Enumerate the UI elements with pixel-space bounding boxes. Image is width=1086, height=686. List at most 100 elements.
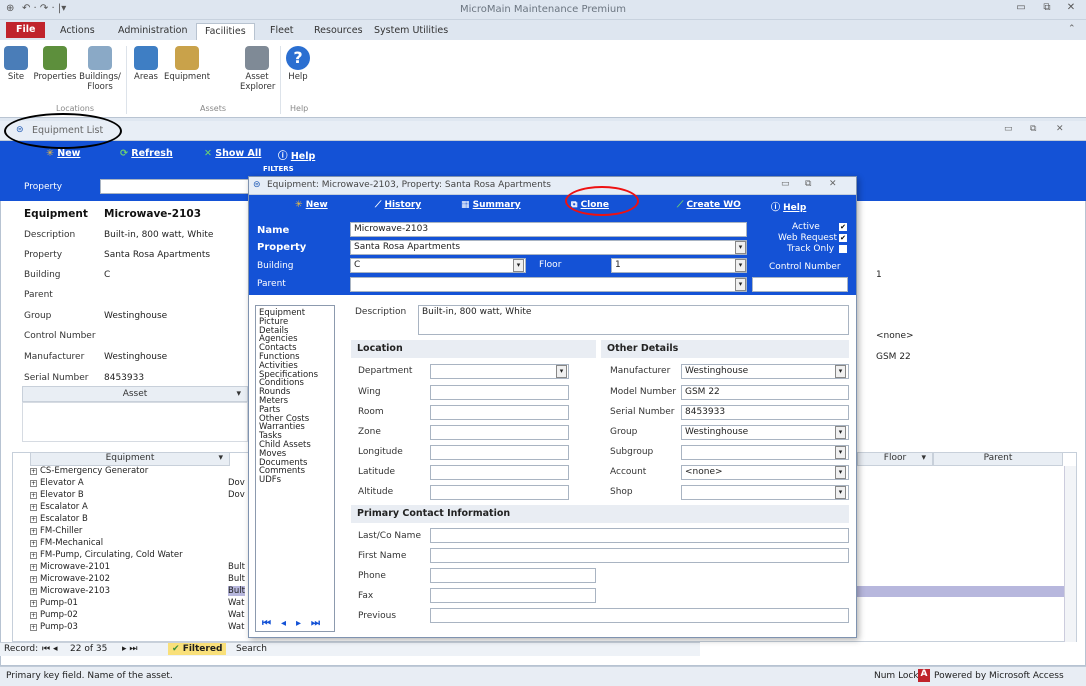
model-number-input[interactable]: GSM 22 (681, 385, 849, 400)
chevron-down-icon[interactable]: ▾ (835, 426, 846, 439)
filtered-toggle[interactable]: ✔ Filtered (168, 643, 227, 655)
tab-system-utilities[interactable]: System Utilities (366, 23, 456, 40)
chevron-down-icon[interactable]: ▾ (835, 466, 846, 479)
table-row[interactable]: + Elevator B Dov (30, 490, 245, 500)
floor-column-header[interactable]: Floor ▾ (857, 452, 933, 466)
active-checkbox[interactable]: ✔ (839, 223, 847, 231)
equipment-column-header[interactable]: Equipment ▾ (30, 452, 230, 466)
tab-administration[interactable]: Administration (110, 23, 196, 40)
restore-icon[interactable]: ⧉ (805, 179, 811, 189)
equipment-button[interactable]: Equipment (164, 46, 210, 82)
nav-item[interactable]: UDFs (259, 476, 331, 485)
properties-button[interactable]: Properties (32, 46, 78, 82)
table-row[interactable]: + Escalator B (30, 514, 88, 524)
summary-button[interactable]: ▦ Summary (461, 200, 521, 210)
new-button[interactable]: ✳ New (46, 148, 80, 159)
phone-input[interactable] (430, 568, 596, 583)
chevron-down-icon[interactable]: ▾ (735, 259, 746, 272)
parent-select[interactable] (350, 277, 747, 292)
equipment-header-value: Microwave-2103 (104, 208, 201, 220)
table-row[interactable]: + Pump-01 Wat (30, 598, 244, 608)
tab-actions[interactable]: Actions (52, 23, 103, 40)
site-button[interactable]: Site (2, 46, 30, 82)
chevron-down-icon[interactable]: ▾ (513, 259, 524, 272)
latitude-input[interactable] (430, 465, 569, 480)
department-select[interactable] (430, 364, 569, 379)
first-record-icon[interactable]: ⏮ ◂ (42, 644, 57, 654)
building-select[interactable]: C (350, 258, 526, 273)
next-record-icon[interactable]: ▸ ⏭ (122, 644, 137, 654)
property-filter-input[interactable] (100, 179, 250, 194)
wing-input[interactable] (430, 385, 569, 400)
close-icon[interactable]: ✕ (1060, 2, 1082, 17)
asset-explorer-button[interactable]: Asset Explorer (240, 46, 275, 92)
buildings-floors-button[interactable]: Buildings/ Floors (78, 46, 122, 92)
ribbon-collapse-icon[interactable]: ⌃ (1068, 24, 1076, 34)
help-button[interactable]: ⓘ Help (278, 148, 315, 162)
altitude-input[interactable] (430, 485, 569, 500)
table-row[interactable]: + FM-Chiller (30, 526, 82, 536)
table-row[interactable]: + Microwave-2102 Bult (30, 574, 245, 584)
help-button[interactable]: ⓘ Help (771, 200, 806, 213)
nav-arrows-icon[interactable]: ⏮◂▸⏭ (262, 618, 330, 629)
chevron-down-icon[interactable]: ▾ (835, 486, 846, 499)
tab-fleet[interactable]: Fleet (262, 23, 302, 40)
fax-input[interactable] (430, 588, 596, 603)
help-button[interactable]: ? Help (286, 46, 310, 82)
table-row[interactable]: + FM-Pump, Circulating, Cold Water (30, 550, 183, 560)
search-box[interactable]: Search (236, 644, 267, 654)
control-number-input[interactable] (752, 277, 848, 292)
refresh-button[interactable]: ⟳ Refresh (120, 148, 173, 159)
subgroup-select[interactable] (681, 445, 849, 460)
chevron-down-icon[interactable]: ▾ (735, 241, 746, 254)
zone-input[interactable] (430, 425, 569, 440)
tab-file[interactable]: File (6, 22, 46, 38)
areas-button[interactable]: Areas (130, 46, 162, 82)
parent-column-header[interactable]: Parent (933, 452, 1063, 466)
group-select[interactable]: Westinghouse (681, 425, 849, 440)
room-input[interactable] (430, 405, 569, 420)
table-row[interactable]: + Escalator A (30, 502, 88, 512)
minimize-icon[interactable]: ▭ (781, 179, 790, 189)
table-row[interactable]: + Elevator A Dov (30, 478, 245, 488)
name-input[interactable]: Microwave-2103 (350, 222, 747, 237)
new-button[interactable]: ✳ New (295, 200, 328, 210)
record-position[interactable]: 22 of 35 (70, 644, 107, 654)
manufacturer-select[interactable]: Westinghouse (681, 364, 849, 379)
chevron-down-icon[interactable]: ▾ (556, 365, 567, 378)
minimize-icon[interactable]: ▭ (1010, 2, 1032, 17)
grid-scrollbar[interactable] (1064, 466, 1076, 642)
table-row-selected[interactable]: + Microwave-2103 Bult (30, 586, 245, 596)
minimize-icon[interactable]: ▭ (1004, 124, 1013, 134)
tab-resources[interactable]: Resources (306, 23, 371, 40)
table-row[interactable]: + CS-Emergency Generator (30, 466, 148, 476)
create-wo-button[interactable]: ⟋ Create WO (677, 200, 741, 210)
table-row[interactable]: + Pump-03 Wat (30, 622, 244, 632)
account-select[interactable]: <none> (681, 465, 849, 480)
chevron-down-icon[interactable]: ▾ (735, 278, 746, 291)
table-row[interactable]: + Microwave-2101 Bult (30, 562, 245, 572)
web-request-checkbox[interactable]: ✔ (839, 234, 847, 242)
table-row[interactable]: + Pump-02 Wat (30, 610, 244, 620)
asset-column-header[interactable]: Asset ▾ (22, 386, 248, 402)
table-row[interactable]: + FM-Mechanical (30, 538, 103, 548)
history-button[interactable]: ⟋ History (375, 200, 421, 210)
first-name-input[interactable] (430, 548, 849, 563)
previous-input[interactable] (430, 608, 849, 623)
longitude-input[interactable] (430, 445, 569, 460)
restore-icon[interactable]: ⧉ (1036, 2, 1058, 17)
serial-number-input[interactable]: 8453933 (681, 405, 849, 420)
chevron-down-icon[interactable]: ▾ (835, 365, 846, 378)
show-all-button[interactable]: ✕ Show All (204, 148, 261, 159)
close-icon[interactable]: ✕ (829, 179, 837, 189)
close-icon[interactable]: ✕ (1056, 124, 1064, 134)
floor-select[interactable]: 1 (611, 258, 747, 273)
description-input[interactable]: Built-in, 800 watt, White (418, 305, 849, 335)
restore-icon[interactable]: ⧉ (1030, 124, 1036, 134)
tab-facilities[interactable]: Facilities (196, 23, 255, 40)
last-co-name-input[interactable] (430, 528, 849, 543)
property-select[interactable]: Santa Rosa Apartments (350, 240, 747, 255)
shop-select[interactable] (681, 485, 849, 500)
chevron-down-icon[interactable]: ▾ (835, 446, 846, 459)
track-only-checkbox[interactable] (839, 245, 847, 253)
